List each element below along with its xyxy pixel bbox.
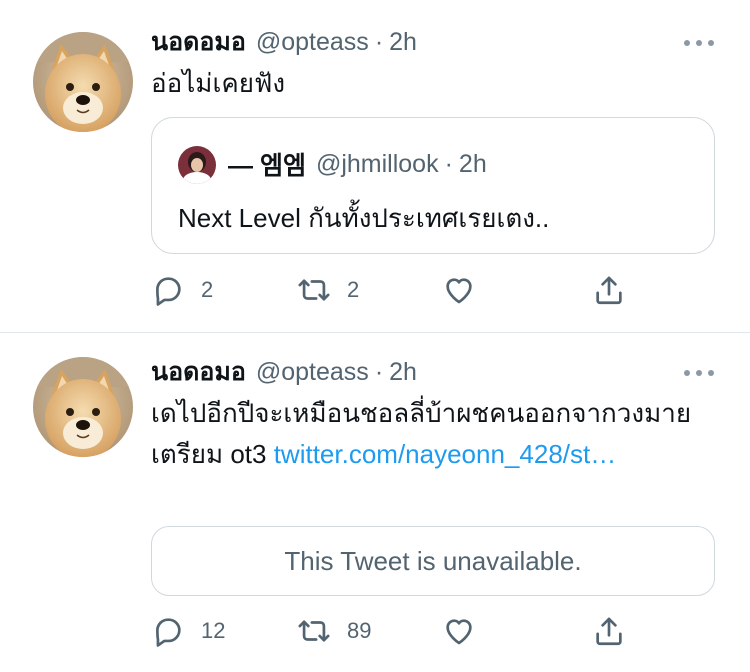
more-dots-icon[interactable] bbox=[684, 366, 714, 380]
unavailable-tweet-card: This Tweet is unavailable. bbox=[151, 526, 715, 596]
reply-button[interactable]: 2 bbox=[151, 270, 213, 310]
avatar[interactable] bbox=[33, 357, 133, 457]
reply-count: 12 bbox=[201, 618, 226, 643]
share-button[interactable] bbox=[592, 270, 626, 310]
retweet-arrows-icon bbox=[298, 279, 330, 301]
tweet-header: นอดอมอ @opteass · 2h bbox=[151, 25, 417, 59]
timestamp[interactable]: 2h bbox=[389, 28, 417, 57]
quoted-tweet-text: Next Level กันทั้งประเทศเรยเตง.. bbox=[178, 203, 550, 233]
quoted-tweet-card[interactable]: — 엠엠 @jhmillook · 2h Next Level กันทั้งป… bbox=[151, 117, 715, 254]
quoted-timestamp[interactable]: 2h bbox=[459, 150, 487, 179]
user-handle[interactable]: @opteass bbox=[256, 28, 369, 57]
user-avatar-icon bbox=[178, 146, 216, 184]
avatar[interactable] bbox=[33, 32, 133, 132]
like-button[interactable] bbox=[442, 611, 476, 651]
like-button[interactable] bbox=[442, 270, 476, 310]
tweet-actions: 12 89 bbox=[151, 611, 711, 651]
share-button[interactable] bbox=[592, 611, 626, 651]
share-upload-icon bbox=[596, 276, 622, 305]
heart-icon bbox=[446, 278, 472, 304]
reply-button[interactable]: 12 bbox=[151, 611, 225, 651]
separator-dot: · bbox=[374, 357, 384, 386]
display-name[interactable]: นอดอมอ bbox=[151, 352, 246, 392]
tweet[interactable]: นอดอมอ @opteass · 2h อ่อไม่เคยฟัง — 엠엠 @… bbox=[0, 0, 750, 332]
display-name[interactable]: นอดอมอ bbox=[151, 22, 246, 62]
separator-dot: · bbox=[374, 27, 384, 56]
separator-dot: · bbox=[444, 149, 453, 178]
timestamp[interactable]: 2h bbox=[389, 358, 417, 387]
retweet-count: 2 bbox=[347, 277, 360, 302]
user-handle[interactable]: @opteass bbox=[256, 358, 369, 387]
retweet-button[interactable]: 89 bbox=[297, 611, 371, 651]
speech-bubble-icon bbox=[156, 277, 181, 306]
retweet-count: 89 bbox=[347, 618, 372, 643]
quoted-tweet-header: — 엠엠 @jhmillook · 2h bbox=[228, 147, 487, 181]
heart-icon bbox=[446, 619, 472, 645]
share-upload-icon bbox=[596, 617, 622, 646]
doge-avatar-icon bbox=[33, 32, 133, 132]
quoted-user-handle[interactable]: @jhmillook bbox=[316, 150, 439, 179]
doge-avatar-icon bbox=[33, 357, 133, 457]
retweet-button[interactable]: 2 bbox=[297, 270, 359, 310]
tweet-link[interactable]: twitter.com/nayeonn_428/st… bbox=[274, 439, 617, 469]
speech-bubble-icon bbox=[156, 618, 181, 647]
retweet-arrows-icon bbox=[298, 620, 330, 642]
tweet-header: นอดอมอ @opteass · 2h bbox=[151, 355, 417, 389]
reply-count: 2 bbox=[201, 277, 214, 302]
quoted-avatar[interactable] bbox=[178, 146, 216, 184]
tweet-text: เดไปอีกปีจะเหมือนชอลลี่บ้าผชคนออกจากวงมา… bbox=[151, 393, 711, 475]
quoted-display-name[interactable]: — 엠엠 bbox=[228, 146, 306, 182]
tweet-actions: 2 2 bbox=[151, 270, 711, 310]
tweet-text: อ่อไม่เคยฟัง bbox=[151, 68, 286, 98]
more-dots-icon[interactable] bbox=[684, 36, 714, 50]
